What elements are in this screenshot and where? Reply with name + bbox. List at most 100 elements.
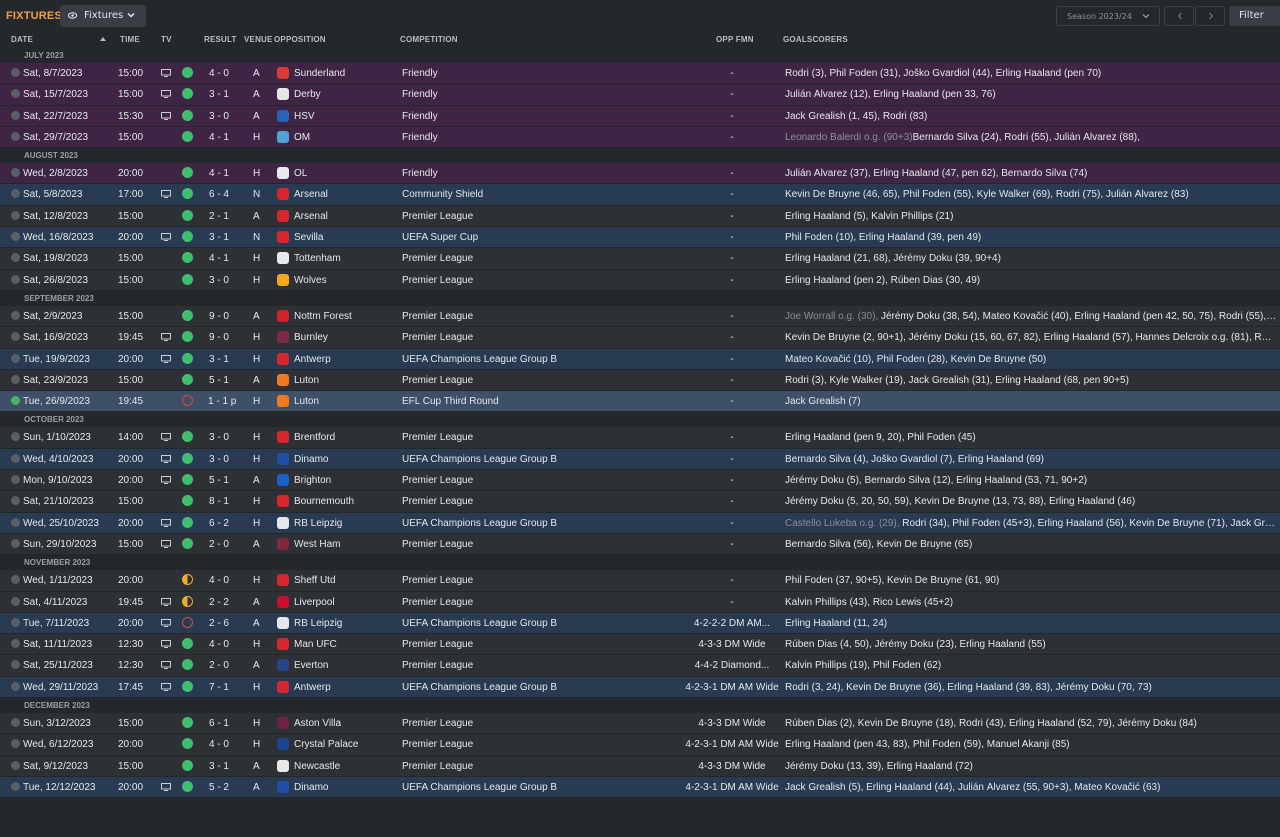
fixture-row[interactable]: Wed, 1/11/2023 20:00 4 - 0 H Sheff Utd Premie… (0, 570, 1280, 592)
row-select-checkbox[interactable] (11, 274, 20, 284)
fixture-row[interactable]: Sat, 23/9/2023 15:00 5 - 1 A Luton Premier Le… (0, 369, 1280, 392)
competition-link[interactable]: Community Shield (402, 189, 483, 200)
competition-link[interactable]: Premier League (402, 575, 473, 586)
fixture-row[interactable]: Sat, 11/11/2023 12:30 4 - 0 H Man UFC Premier… (0, 634, 1280, 656)
opposition-link[interactable]: Crystal Palace (294, 739, 358, 750)
fixture-row[interactable]: Sat, 2/9/2023 15:00 9 - 0 A Nottm Forest Prem… (0, 305, 1280, 328)
col-opp-fmn[interactable]: OPP FMN (716, 35, 754, 44)
opposition-link[interactable]: Aston Villa (294, 718, 341, 729)
fixture-score[interactable]: 3 - 0 (208, 454, 230, 465)
competition-link[interactable]: Friendly (402, 89, 438, 100)
fixture-row[interactable]: Wed, 4/10/2023 20:00 3 - 0 H Dinamo UEFA Cham… (0, 448, 1280, 471)
fixture-score[interactable]: 3 - 0 (208, 275, 230, 286)
row-select-checkbox[interactable] (11, 781, 20, 791)
fixture-score[interactable]: 4 - 0 (208, 639, 230, 650)
view-dropdown[interactable]: Fixtures (60, 5, 146, 27)
competition-link[interactable]: Friendly (402, 111, 438, 122)
row-select-checkbox[interactable] (11, 110, 20, 120)
opposition-link[interactable]: Dinamo (294, 782, 328, 793)
fixture-score[interactable]: 4 - 1 (208, 253, 230, 264)
row-select-checkbox[interactable] (11, 453, 20, 463)
fixture-row[interactable]: Sat, 22/7/2023 15:30 3 - 0 A HSV Friendly - Jac… (0, 105, 1280, 127)
row-select-checkbox[interactable] (11, 253, 20, 263)
fixture-score[interactable]: 5 - 1 (208, 475, 230, 486)
row-select-checkbox[interactable] (11, 496, 20, 506)
opposition-link[interactable]: Luton (294, 396, 319, 407)
opposition-link[interactable]: Everton (294, 660, 328, 671)
fixture-row[interactable]: Sat, 15/7/2023 15:00 3 - 1 A Derby Friendly - J… (0, 84, 1280, 106)
fixture-score[interactable]: 1 - 1 p (208, 396, 236, 407)
competition-link[interactable]: Premier League (402, 660, 473, 671)
opposition-link[interactable]: RB Leipzig (294, 518, 342, 529)
row-select-checkbox[interactable] (11, 596, 20, 606)
fixture-row[interactable]: Sat, 25/11/2023 12:30 2 - 0 A Everton Premier… (0, 655, 1280, 677)
row-select-checkbox[interactable] (11, 168, 20, 178)
row-select-checkbox[interactable] (11, 681, 20, 691)
competition-link[interactable]: Premier League (402, 211, 473, 222)
fixture-row[interactable]: Sat, 29/7/2023 15:00 4 - 1 H OM Friendly - Leon… (0, 126, 1280, 149)
opposition-link[interactable]: Brentford (294, 432, 335, 443)
fixture-row[interactable]: Sat, 19/8/2023 15:00 4 - 1 H Tottenham Premie… (0, 248, 1280, 270)
opposition-link[interactable]: Sevilla (294, 232, 323, 243)
fixture-row[interactable]: Sat, 8/7/2023 15:00 4 - 0 A Sunderland Friend… (0, 63, 1280, 85)
fixture-score[interactable]: 6 - 1 (208, 718, 230, 729)
fixture-score[interactable]: 6 - 2 (208, 518, 230, 529)
filter-button[interactable]: Filter (1229, 6, 1280, 26)
fixture-score[interactable]: 2 - 1 (208, 211, 230, 222)
fixture-row[interactable]: Mon, 9/10/2023 20:00 5 - 1 A Brighton Premier… (0, 470, 1280, 492)
fixture-row[interactable]: Sun, 3/12/2023 15:00 6 - 1 H Aston Villa Prem… (0, 713, 1280, 735)
row-select-checkbox[interactable] (11, 396, 20, 406)
opposition-link[interactable]: OM (294, 132, 310, 143)
fixture-score[interactable]: 3 - 1 (208, 354, 230, 365)
row-select-checkbox[interactable] (11, 538, 20, 548)
fixture-row[interactable]: Tue, 12/12/2023 20:00 5 - 2 A Dinamo UEFA Cha… (0, 776, 1280, 799)
fixture-score[interactable]: 4 - 0 (208, 575, 230, 586)
col-competition[interactable]: COMPETITION (400, 35, 458, 44)
row-select-checkbox[interactable] (11, 475, 20, 485)
fixture-row[interactable]: Wed, 16/8/2023 20:00 3 - 1 N Sevilla UEFA Sup… (0, 227, 1280, 249)
col-tv[interactable]: TV (161, 35, 172, 44)
row-select-checkbox[interactable] (11, 310, 20, 320)
opposition-link[interactable]: Arsenal (294, 211, 328, 222)
row-select-checkbox[interactable] (11, 332, 20, 342)
competition-link[interactable]: Premier League (402, 739, 473, 750)
competition-link[interactable]: Premier League (402, 332, 473, 343)
competition-link[interactable]: Premier League (402, 597, 473, 608)
competition-link[interactable]: Premier League (402, 311, 473, 322)
row-select-checkbox[interactable] (11, 131, 20, 141)
competition-link[interactable]: UEFA Champions League Group B (402, 354, 557, 365)
opposition-link[interactable]: Nottm Forest (294, 311, 352, 322)
opposition-link[interactable]: Liverpool (294, 597, 335, 608)
fixture-row[interactable]: Sat, 5/8/2023 17:00 6 - 4 N Arsenal Community… (0, 184, 1280, 206)
fixture-row[interactable]: Wed, 2/8/2023 20:00 4 - 1 H OL Friendly - Juliá… (0, 163, 1280, 185)
fixture-row[interactable]: Sat, 16/9/2023 19:45 9 - 0 H Burnley Premier … (0, 327, 1280, 349)
fixture-row[interactable]: Tue, 19/9/2023 20:00 3 - 1 H Antwerp UEFA Cha… (0, 348, 1280, 370)
fixture-row[interactable]: Wed, 6/12/2023 20:00 4 - 0 H Crystal Palace P… (0, 734, 1280, 756)
row-select-checkbox[interactable] (11, 739, 20, 749)
fixture-score[interactable]: 4 - 1 (208, 168, 230, 179)
fixture-row[interactable]: Sat, 21/10/2023 15:00 8 - 1 H Bournemouth Pre… (0, 491, 1280, 513)
competition-link[interactable]: Premier League (402, 496, 473, 507)
competition-link[interactable]: Friendly (402, 168, 438, 179)
fixture-row[interactable]: Tue, 26/9/2023 19:45 1 - 1 p H Luton EFL Cup … (0, 391, 1280, 413)
opposition-link[interactable]: HSV (294, 111, 315, 122)
fixture-row[interactable]: Sat, 26/8/2023 15:00 3 - 0 H Wolves Premier L… (0, 269, 1280, 291)
row-select-checkbox[interactable] (11, 189, 20, 199)
competition-link[interactable]: UEFA Champions League Group B (402, 518, 557, 529)
opposition-link[interactable]: Bournemouth (294, 496, 354, 507)
previous-season-button[interactable] (1164, 6, 1194, 26)
fixture-score[interactable]: 9 - 0 (208, 332, 230, 343)
row-select-checkbox[interactable] (11, 353, 20, 363)
fixture-score[interactable]: 8 - 1 (208, 496, 230, 507)
competition-link[interactable]: Premier League (402, 375, 473, 386)
opposition-link[interactable]: Wolves (294, 275, 327, 286)
season-dropdown[interactable]: Season 2023/24 (1056, 6, 1160, 26)
opposition-link[interactable]: Luton (294, 375, 319, 386)
fixture-score[interactable]: 3 - 1 (208, 89, 230, 100)
fixture-score[interactable]: 4 - 1 (208, 132, 230, 143)
opposition-link[interactable]: Antwerp (294, 682, 331, 693)
fixture-score[interactable]: 2 - 6 (208, 618, 230, 629)
fixture-score[interactable]: 3 - 1 (208, 232, 230, 243)
fixture-score[interactable]: 5 - 2 (208, 782, 230, 793)
col-date[interactable]: DATE (11, 35, 33, 44)
